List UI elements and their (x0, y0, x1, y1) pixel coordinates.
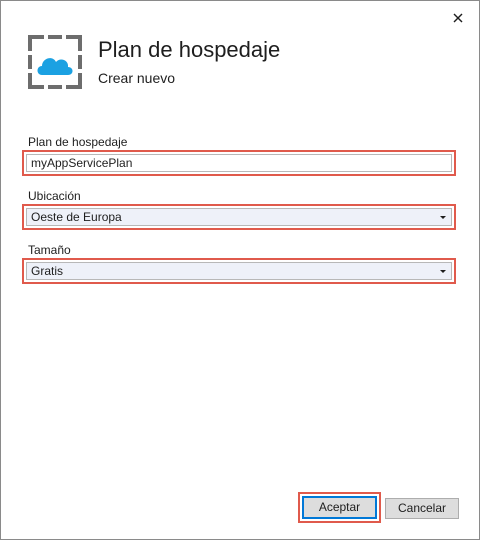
location-select[interactable]: Oeste de Europa (26, 208, 452, 226)
size-highlight: Gratis (22, 258, 456, 284)
plan-label: Plan de hospedaje (28, 135, 128, 149)
accept-highlight: Aceptar (298, 492, 381, 523)
location-label: Ubicación (28, 189, 81, 203)
size-select[interactable]: Gratis (26, 262, 452, 280)
size-selected-value: Gratis (31, 264, 64, 278)
location-selected-value: Oeste de Europa (31, 210, 122, 224)
close-button[interactable] (451, 11, 465, 25)
dropdown-arrow-icon (440, 270, 446, 273)
plan-highlight (22, 150, 456, 176)
dialog-title: Plan de hospedaje (98, 37, 281, 62)
hosting-plan-dialog: Plan de hospedaje Crear nuevo Plan de ho… (0, 0, 480, 540)
dropdown-arrow-icon (440, 216, 446, 219)
accept-button[interactable]: Aceptar (302, 496, 377, 519)
size-label: Tamaño (28, 243, 71, 257)
close-icon (453, 13, 463, 23)
app-service-plan-icon (28, 35, 82, 89)
dialog-subtitle: Crear nuevo (98, 70, 176, 86)
cancel-button[interactable]: Cancelar (385, 498, 459, 519)
location-highlight: Oeste de Europa (22, 204, 456, 230)
plan-name-input[interactable] (26, 154, 452, 172)
